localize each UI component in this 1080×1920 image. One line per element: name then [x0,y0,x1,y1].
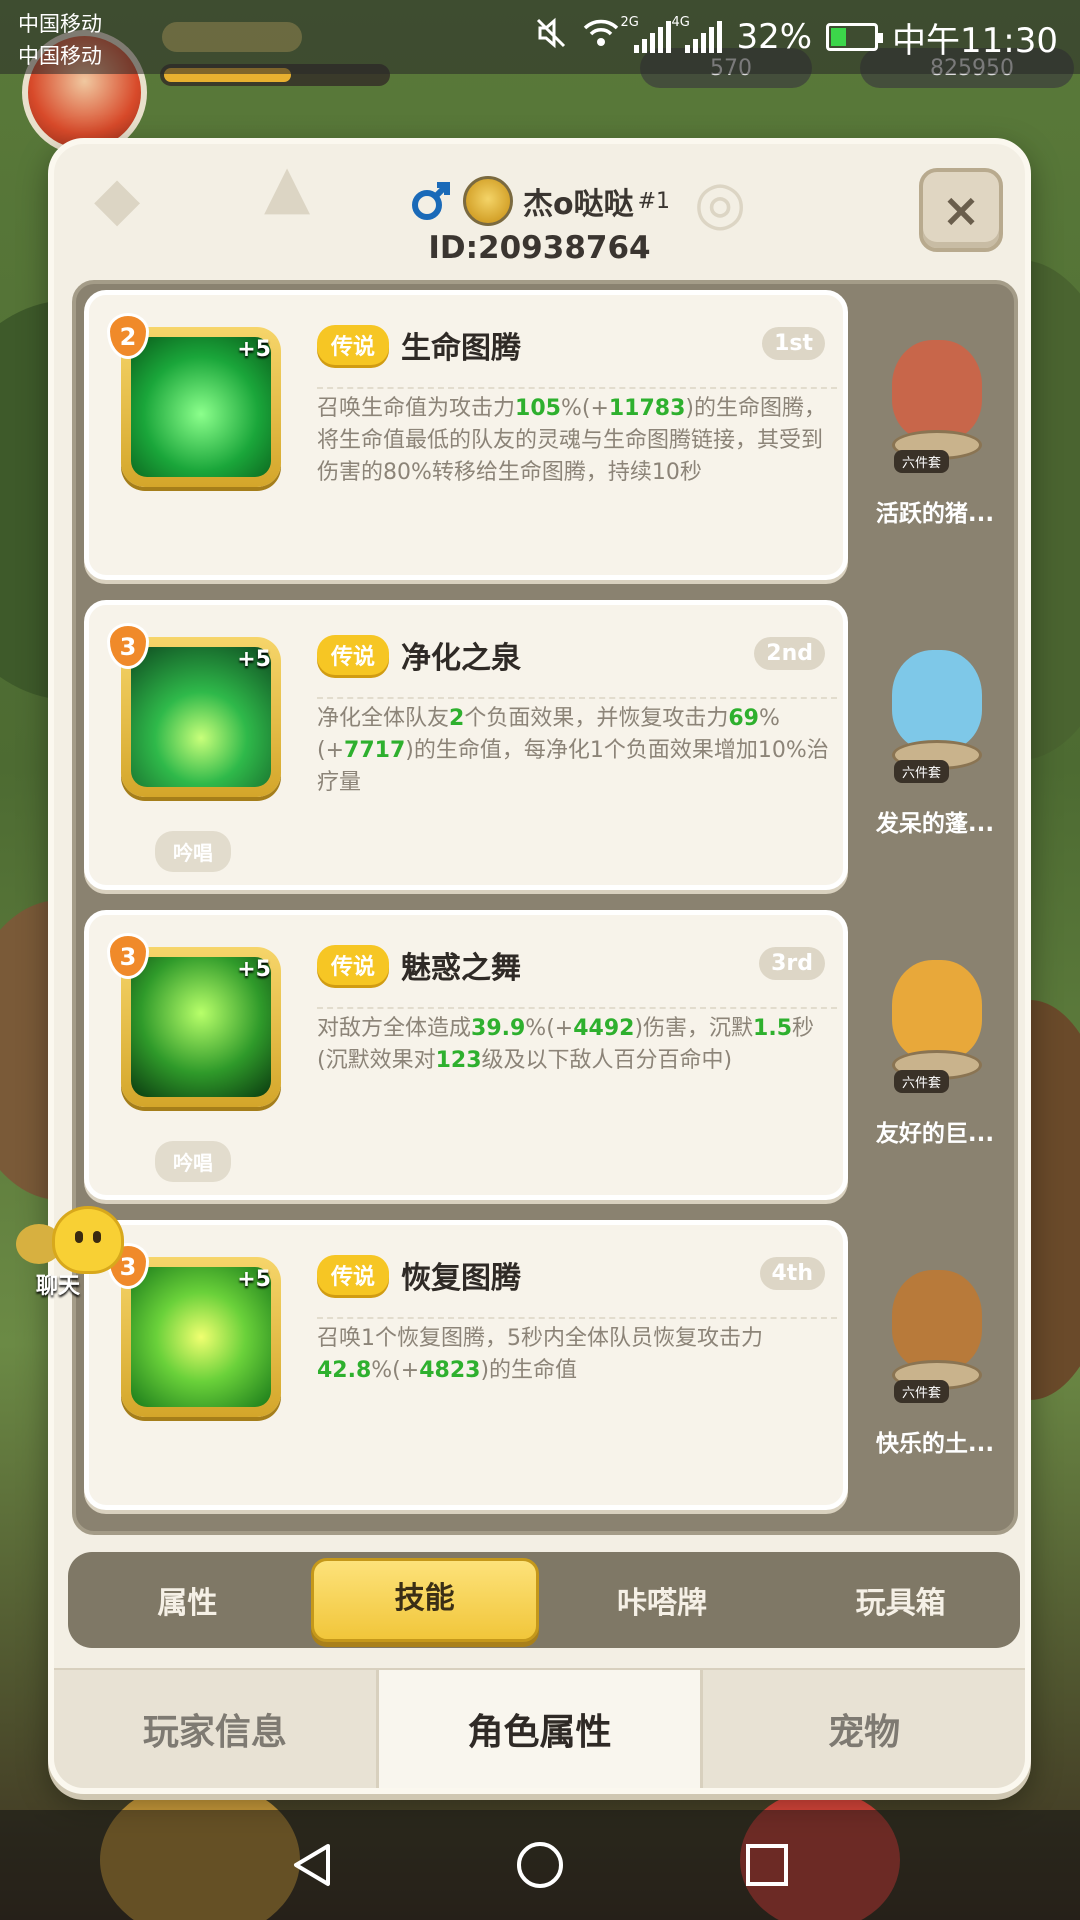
pet-set-badge: 六件套 [894,450,950,473]
clock: 中午11:30 [892,20,1058,61]
skill-rank-tag: 2nd [754,637,825,670]
skill-rank-tag: 1st [762,327,825,360]
rarity-tag: 传说 [317,1255,390,1295]
pet-slot[interactable]: 六件套 发呆的蓬... [856,600,1014,890]
skill-card[interactable]: 3 +5 传说 净化之泉 2nd 净化全体队友2个负面效果，并恢复攻击力69%(… [84,600,848,890]
signal-icon-2g: 2G [620,15,672,53]
player-id: ID:20938764 [428,230,651,266]
battery-percent: 32% [736,17,813,57]
skill-rank-tag: 3rd [759,947,825,980]
status-bar: 中国移动 中国移动 2G 4G 32% 中午11:30 [0,0,1080,74]
pet-name: 发呆的蓬... [875,811,995,837]
skill-plus-badge: +5 [237,1267,271,1292]
skill-plus-badge: +5 [237,337,271,362]
tab-player-info[interactable]: 玩家信息 [54,1670,376,1788]
skill-row[interactable]: 2 +5 传说 生命图腾 1st 召唤生命值为攻击力105%(+11783)的生… [76,284,1022,584]
player-name: 杰o哒哒 [522,187,634,222]
male-gender-icon [409,179,453,223]
rarity-tag: 传说 [317,635,390,675]
sub-tab-bar: 属性 技能 咔嗒牌 玩具箱 [68,1552,1020,1648]
skill-name: 恢复图腾 [401,1261,522,1296]
player-info-dialog: ◆ ▲ ◎ 杰o哒哒 #1 ID:20938764 × 2 +5 传说 生命图腾… [48,138,1031,1794]
tab-pets[interactable]: 宠物 [703,1670,1026,1788]
life-totem-icon: 2 +5 [107,313,281,487]
wifi-icon [582,17,620,58]
rarity-tag: 传说 [317,945,390,985]
carrier-1: 中国移动 [18,12,102,36]
recovery-totem-icon: 3 +5 [107,1243,281,1417]
sheep-pet-icon [878,630,996,770]
skill-description: 对敌方全体造成39.9%(+4492)伤害，沉默1.5秒(沉默效果对123级及以… [317,1007,837,1077]
chat-button[interactable]: 聊天 [12,1206,124,1306]
close-icon: × [941,183,981,237]
skill-name: 生命图腾 [401,331,522,366]
boar-pet-icon [878,320,996,460]
pet-set-badge: 六件套 [894,1070,950,1093]
mute-icon [534,16,568,59]
skill-rank-tag: 4th [759,1257,825,1290]
chant-tag: 吟唱 [155,1141,231,1182]
chant-tag: 吟唱 [155,831,231,872]
skill-row[interactable]: 3 +5 传说 净化之泉 2nd 净化全体队友2个负面效果，并恢复攻击力69%(… [76,594,1022,894]
pet-slot[interactable]: 六件套 快乐的土... [856,1220,1014,1510]
giant-pet-icon [878,940,996,1080]
home-icon[interactable] [510,1835,570,1895]
chat-label: 聊天 [36,1274,81,1299]
squirrel-pet-icon [878,1250,996,1390]
pet-name: 快乐的土... [875,1431,995,1457]
skill-list[interactable]: 2 +5 传说 生命图腾 1st 召唤生命值为攻击力105%(+11783)的生… [72,280,1018,1535]
tab-character-attributes[interactable]: 角色属性 [375,1670,704,1788]
skill-name: 魅惑之舞 [401,951,522,986]
smiley-icon [52,1206,124,1274]
purify-spring-icon: 3 +5 [107,623,281,797]
pet-name: 友好的巨... [875,1121,995,1147]
signal-icon-4g: 4G [671,15,723,53]
player-name-suffix: #1 [637,188,671,214]
pet-set-badge: 六件套 [894,760,950,783]
skill-card[interactable]: 3 +5 传说 恢复图腾 4th 召唤1个恢复图腾，5秒内全体队员恢复攻击力42… [84,1220,848,1510]
dialog-title: 杰o哒哒 #1 [54,166,1025,236]
main-tab-bar: 玩家信息 角色属性 宠物 [54,1668,1026,1788]
skill-description: 净化全体队友2个负面效果，并恢复攻击力69%(+7717)的生命值，每净化1个负… [317,697,837,799]
carrier-2: 中国移动 [18,44,102,68]
tab-cards[interactable]: 咔嗒牌 [543,1578,782,1622]
skill-description: 召唤生命值为攻击力105%(+11783)的生命图腾，将生命值最低的队友的灵魂与… [317,387,837,489]
skill-row[interactable]: 3 +5 传说 魅惑之舞 3rd 对敌方全体造成39.9%(+4492)伤害，沉… [76,904,1022,1204]
recents-icon[interactable] [737,1835,797,1895]
tab-skills[interactable]: 技能 [310,1558,539,1642]
pet-slot[interactable]: 六件套 友好的巨... [856,910,1014,1200]
skill-name: 净化之泉 [401,641,522,676]
tab-toybox[interactable]: 玩具箱 [781,1578,1020,1622]
back-icon[interactable] [283,1835,343,1895]
close-button[interactable]: × [919,168,1003,252]
charm-dance-icon: 3 +5 [107,933,281,1107]
player-avatar [462,176,513,226]
skill-card[interactable]: 3 +5 传说 魅惑之舞 3rd 对敌方全体造成39.9%(+4492)伤害，沉… [84,910,848,1200]
tab-attributes[interactable]: 属性 [68,1578,307,1622]
skill-description: 召唤1个恢复图腾，5秒内全体队员恢复攻击力42.8%(+4823)的生命值 [317,1317,837,1387]
skill-plus-badge: +5 [237,957,271,982]
android-nav-bar [0,1810,1080,1920]
skill-row[interactable]: 3 +5 传说 恢复图腾 4th 召唤1个恢复图腾，5秒内全体队员恢复攻击力42… [76,1214,1022,1514]
battery-icon [826,23,884,51]
pet-name: 活跃的猪... [875,501,995,527]
pet-set-badge: 六件套 [894,1380,950,1403]
skill-card[interactable]: 2 +5 传说 生命图腾 1st 召唤生命值为攻击力105%(+11783)的生… [84,290,848,580]
rarity-tag: 传说 [317,325,390,365]
pet-slot[interactable]: 六件套 活跃的猪... [856,290,1014,580]
skill-plus-badge: +5 [237,647,271,672]
